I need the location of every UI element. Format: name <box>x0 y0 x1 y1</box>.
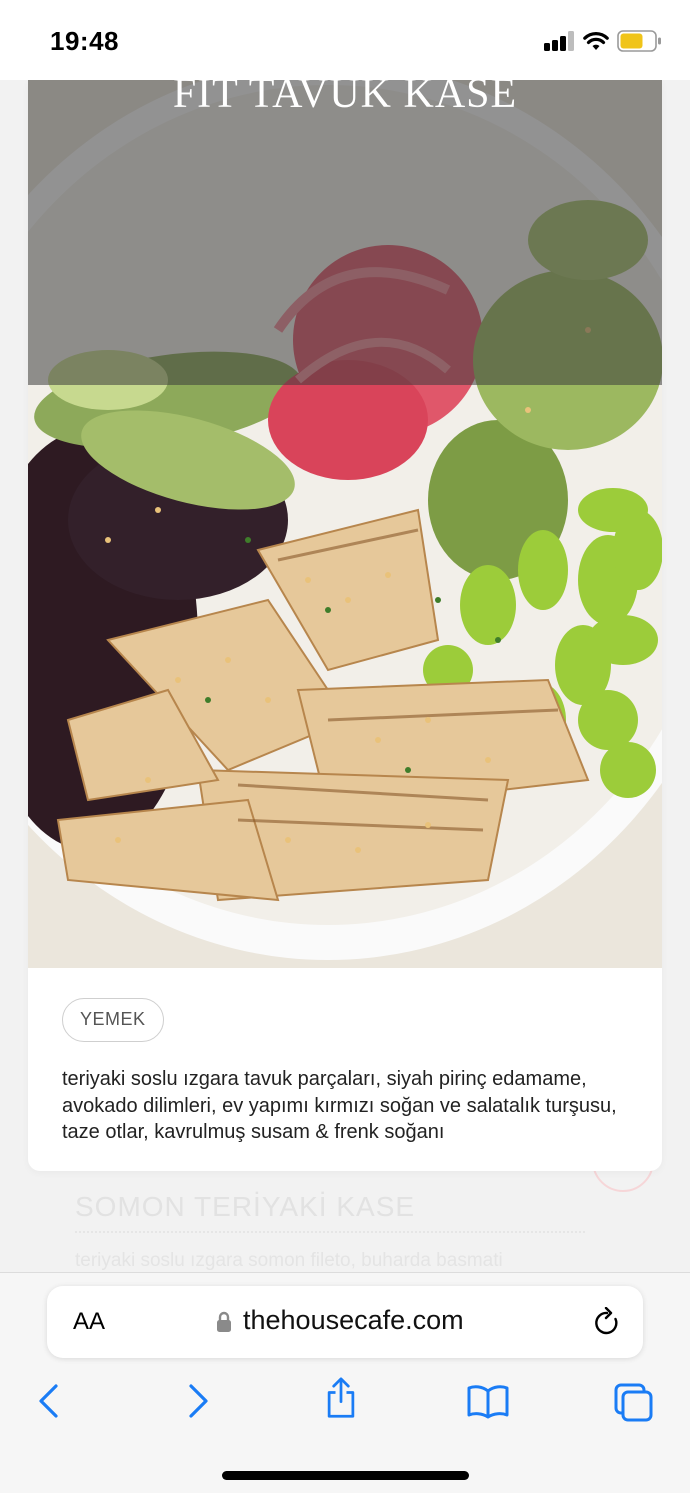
lock-icon <box>217 1311 231 1332</box>
photo-overlay <box>28 80 662 385</box>
url-text[interactable]: thehousecafe.com <box>243 1305 464 1336</box>
tabs-icon[interactable] <box>613 1380 653 1422</box>
cellular-signal-icon <box>544 31 575 51</box>
next-product-title: SOMON TERİYAKİ KASE <box>75 1191 416 1222</box>
status-time: 19:48 <box>50 26 119 56</box>
web-page[interactable]: SOMON TERİYAKİ KASE teriyaki soslu ızgar… <box>0 80 690 1272</box>
bookmarks-icon[interactable] <box>466 1380 510 1422</box>
divider <box>75 1231 585 1233</box>
share-icon[interactable] <box>321 1377 361 1419</box>
text-size-label: AA <box>73 1308 106 1335</box>
battery-icon <box>617 30 661 52</box>
product-card: FIT TAVUK KASE YEMEK teriyaki soslu ızga… <box>28 80 662 1171</box>
back-icon[interactable] <box>30 1380 70 1422</box>
forward-icon[interactable] <box>177 1380 217 1422</box>
product-description: teriyaki soslu ızgara tavuk parçaları, s… <box>62 1068 617 1143</box>
reload-icon[interactable] <box>593 1307 621 1337</box>
next-product-description: teriyaki soslu ızgara somon fileto, buha… <box>75 1250 503 1271</box>
browser-toolbar: AA thehousecafe.com <box>0 1272 690 1493</box>
text-size-button[interactable]: AA <box>73 1308 105 1336</box>
category-tag[interactable]: YEMEK <box>62 998 164 1042</box>
wifi-icon <box>583 32 609 50</box>
product-photo: FIT TAVUK KASE <box>28 80 662 968</box>
product-title: FIT TAVUK KASE <box>172 80 518 117</box>
address-bar[interactable]: AA thehousecafe.com <box>47 1286 643 1358</box>
home-indicator[interactable] <box>222 1471 469 1480</box>
status-bar: 19:48 <box>0 0 690 80</box>
